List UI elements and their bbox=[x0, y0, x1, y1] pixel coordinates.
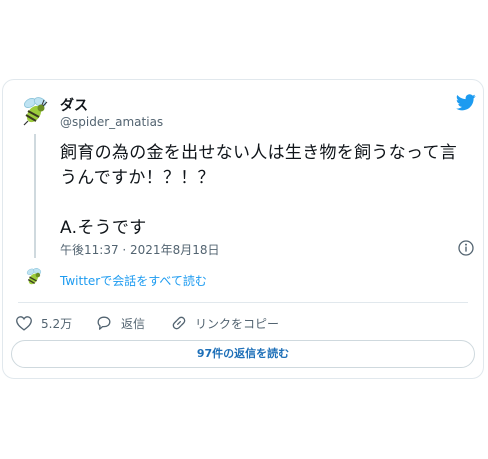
heart-icon bbox=[16, 316, 32, 331]
like-count: 5.2万 bbox=[41, 316, 73, 331]
bee-avatar-icon bbox=[23, 97, 48, 126]
copy-link-label: リンクをコピー bbox=[195, 316, 280, 331]
copy-link-button[interactable]: リンクをコピー bbox=[171, 314, 279, 332]
thread-line bbox=[34, 134, 36, 258]
author-name[interactable]: ダス bbox=[60, 95, 88, 115]
author-avatar[interactable] bbox=[18, 94, 52, 128]
reply-bubble-icon bbox=[97, 316, 111, 330]
bee-avatar-icon bbox=[26, 268, 42, 285]
reply-button[interactable]: 返信 bbox=[95, 314, 145, 332]
read-replies-button[interactable]: 97件の返信を読む bbox=[11, 340, 475, 368]
info-icon[interactable] bbox=[458, 240, 474, 256]
like-button[interactable]: 5.2万 bbox=[15, 314, 72, 332]
read-conversation-link[interactable]: Twitterで会話をすべて読む bbox=[60, 272, 207, 289]
link-icon bbox=[172, 316, 186, 330]
tweet-text: 飼育の為の金を出せない人は生き物を飼うなって言うんですか！？！？ A.そうです bbox=[60, 143, 458, 238]
embedded-tweet-card: ダス @spider_amatias 飼育の為の金を出せない人は生き物を飼うなっ… bbox=[2, 79, 484, 379]
thread-avatar bbox=[23, 266, 45, 288]
reply-label: 返信 bbox=[121, 316, 146, 331]
author-handle[interactable]: @spider_amatias bbox=[60, 115, 163, 129]
divider bbox=[18, 302, 468, 303]
tweet-timestamp[interactable]: 午後11:37 · 2021年8月18日 bbox=[60, 241, 219, 258]
twitter-bird-icon[interactable] bbox=[456, 94, 476, 111]
